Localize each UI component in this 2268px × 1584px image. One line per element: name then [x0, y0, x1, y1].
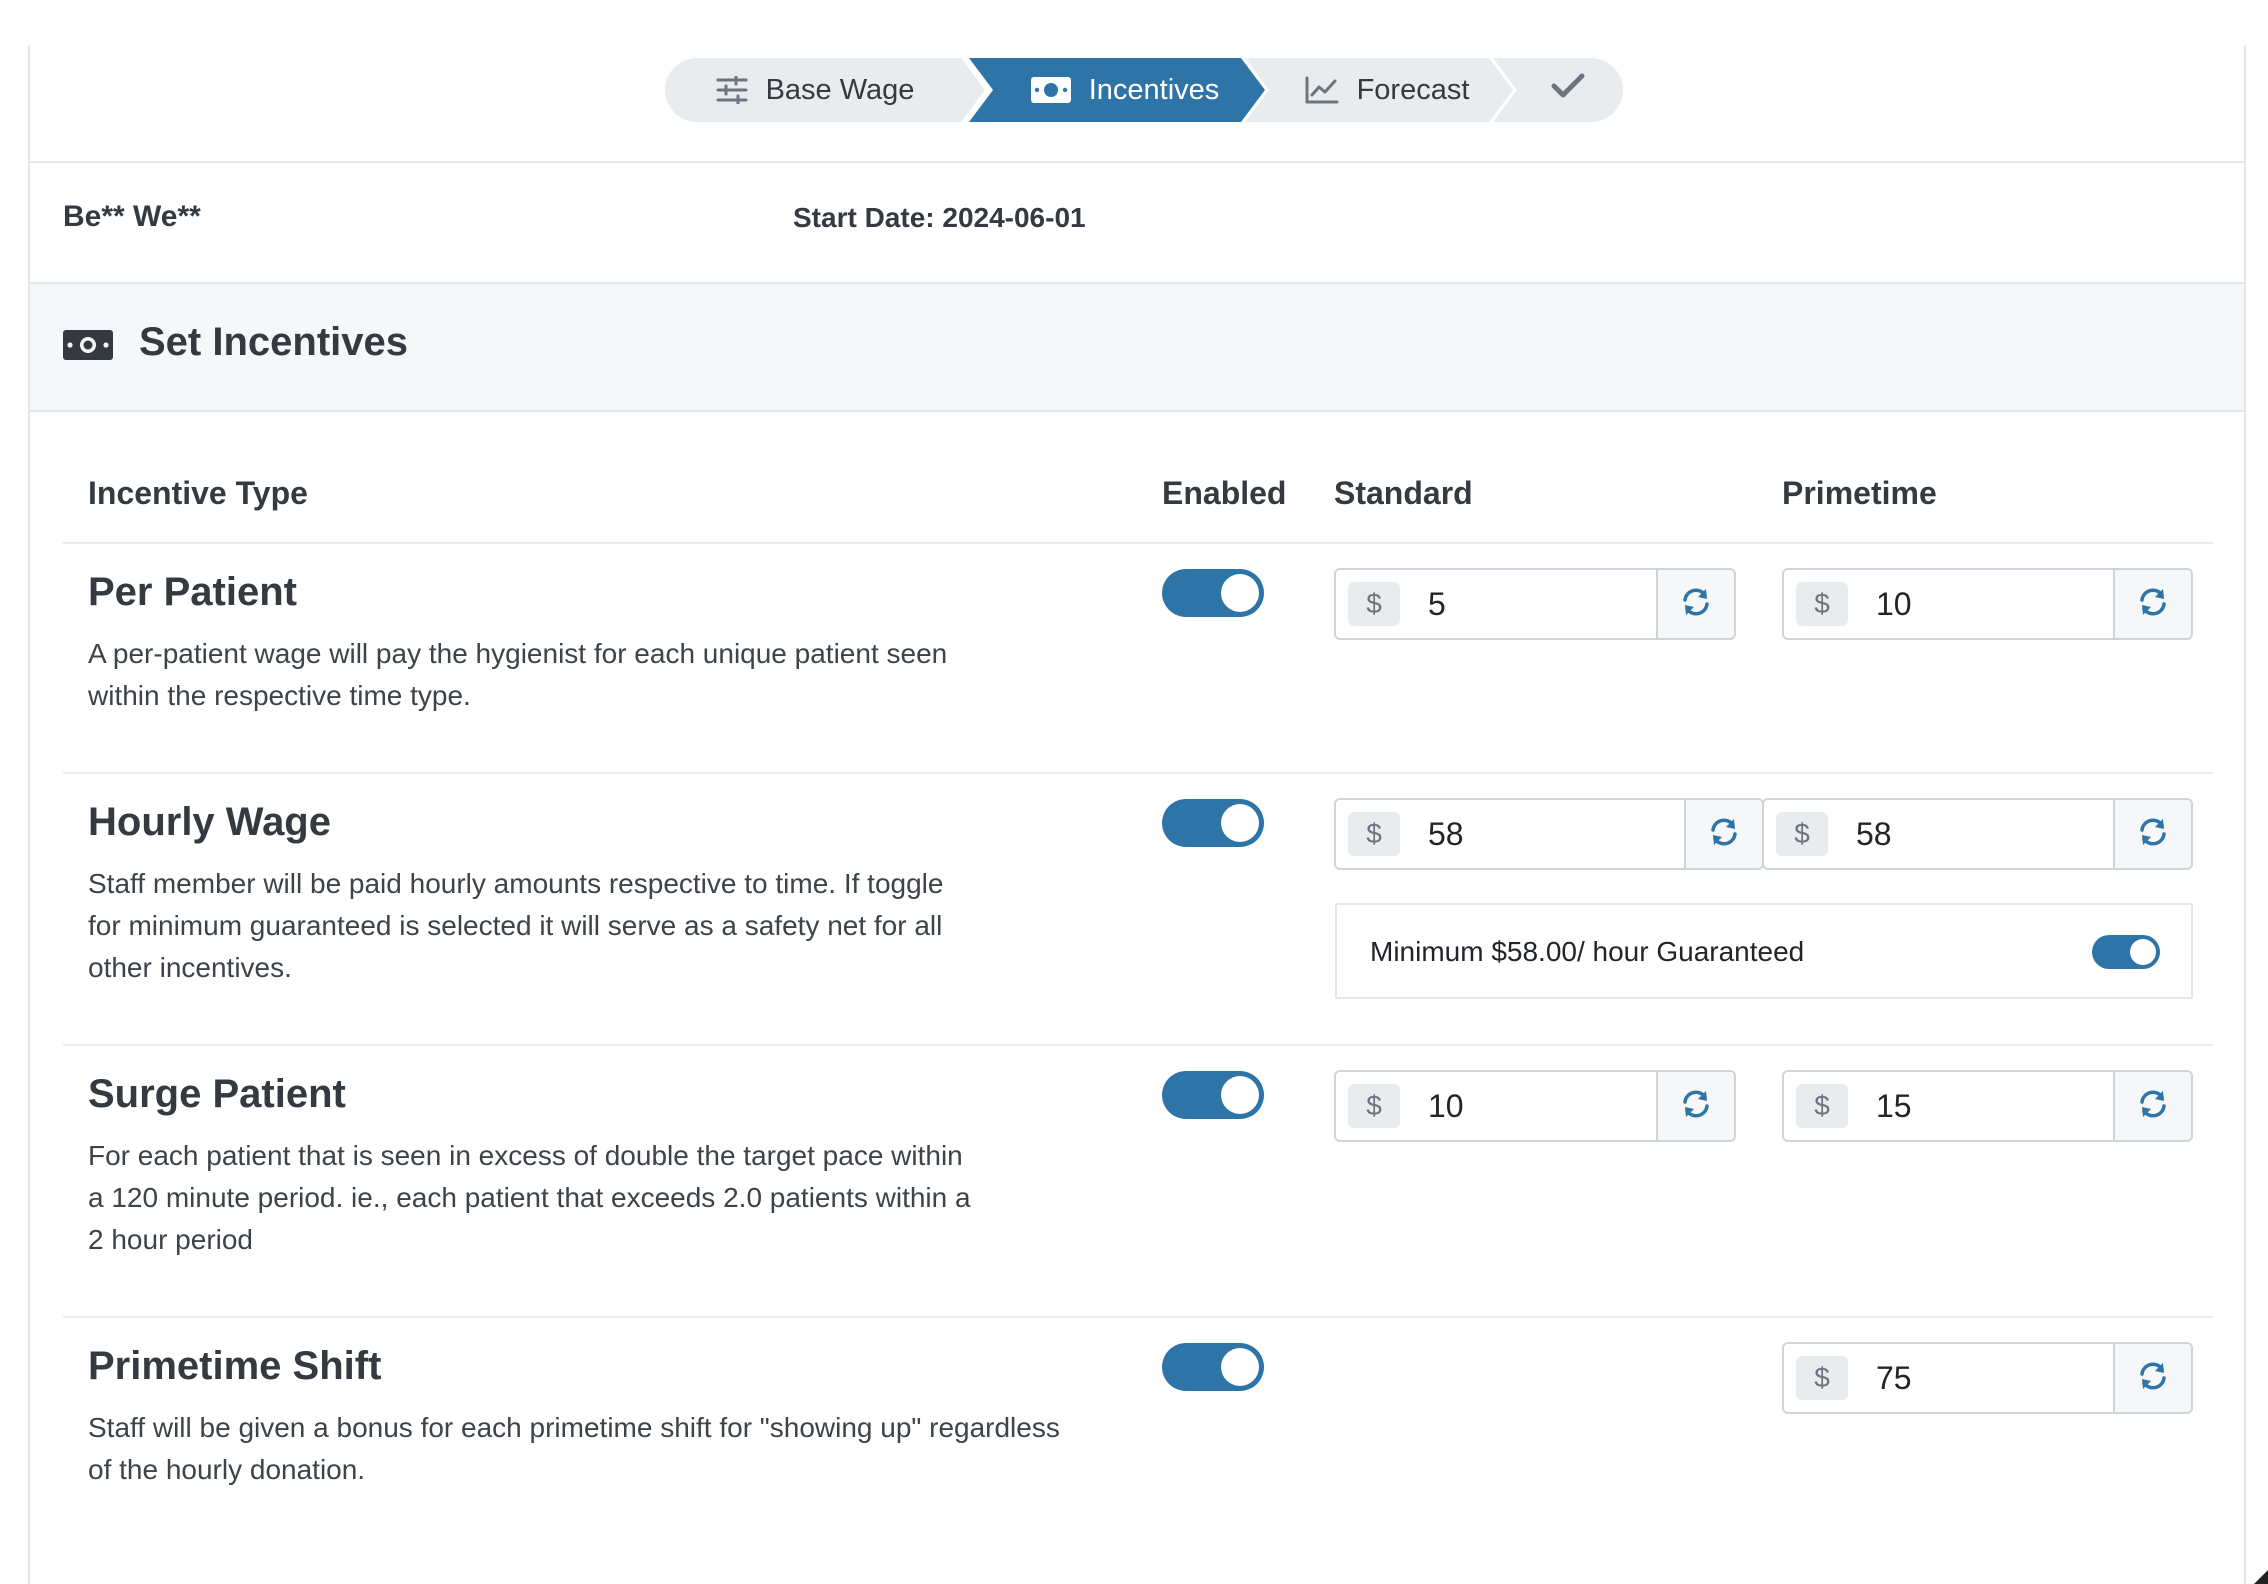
description-line: other incentives. [88, 952, 292, 983]
currency-symbol: $ [1796, 1356, 1848, 1400]
reset-button[interactable] [1656, 570, 1734, 638]
section-title: Set Incentives [139, 320, 409, 364]
description-line: 2 hour period [88, 1224, 254, 1255]
reset-button[interactable] [2113, 570, 2191, 638]
sliders-icon [716, 76, 748, 104]
refresh-icon [2137, 1088, 2169, 1125]
standard-amount-input[interactable]: $ 10 [1334, 1070, 1736, 1142]
step-forecast-label: Forecast [1356, 73, 1470, 106]
row-divider [63, 772, 2213, 774]
description-line: Staff member will be paid hourly amounts… [88, 868, 944, 899]
enabled-toggle[interactable] [1162, 1343, 1264, 1391]
money-bill-icon [1030, 77, 1071, 103]
primetime-value[interactable]: 75 [1848, 1360, 2113, 1397]
primetime-value[interactable]: 58 [1828, 816, 2113, 853]
money-bill-icon [63, 330, 113, 365]
refresh-icon [1680, 586, 1712, 623]
primetime-value[interactable]: 15 [1848, 1088, 2113, 1125]
standard-value[interactable]: 58 [1400, 816, 1684, 853]
currency-symbol: $ [1348, 812, 1400, 856]
minimum-guarantee-box: Minimum $58.00/ hour Guaranteed [1335, 903, 2193, 999]
currency-symbol: $ [1776, 812, 1828, 856]
primetime-value[interactable]: 10 [1848, 586, 2113, 623]
table-header-divider [63, 542, 2213, 544]
refresh-icon [2137, 816, 2169, 853]
standard-value[interactable]: 5 [1400, 586, 1656, 623]
staff-name: Be** We** [63, 200, 201, 233]
column-header-enabled: Enabled [1162, 475, 1287, 511]
chart-line-icon [1305, 76, 1339, 104]
incentive-title: Hourly Wage [88, 800, 331, 844]
refresh-icon [2137, 1360, 2169, 1397]
reset-button[interactable] [1656, 1072, 1734, 1140]
description-line: A per-patient wage will pay the hygienis… [88, 638, 948, 669]
step-incentives-label: Incentives [1088, 73, 1220, 106]
reset-button[interactable] [2113, 1344, 2191, 1412]
column-header-standard: Standard [1334, 475, 1473, 511]
reset-button[interactable] [2113, 1072, 2191, 1140]
primetime-amount-input[interactable]: $ 15 [1782, 1070, 2193, 1142]
column-header-primetime: Primetime [1782, 475, 1937, 511]
enabled-toggle[interactable] [1162, 1071, 1264, 1119]
start-date: Start Date: 2024-06-01 [793, 202, 1086, 233]
description-line: of the hourly donation. [88, 1454, 366, 1485]
primetime-amount-input[interactable]: $ 58 [1762, 798, 2193, 870]
minimum-guarantee-toggle[interactable] [2092, 935, 2160, 969]
reset-button[interactable] [1684, 800, 1762, 868]
incentives-card: Base Wage Incentives Forecast Be** We** … [28, 45, 2246, 1584]
standard-amount-input[interactable]: $ 5 [1334, 568, 1736, 640]
column-header-type: Incentive Type [88, 475, 308, 511]
incentive-description: Staff will be given a bonus for each pri… [88, 1407, 1060, 1491]
row-divider [63, 1044, 2213, 1046]
incentive-title: Primetime Shift [88, 1344, 382, 1388]
check-icon [1551, 73, 1585, 107]
resize-handle[interactable] [2254, 1570, 2268, 1584]
incentive-description: For each patient that is seen in excess … [88, 1135, 971, 1261]
incentive-description: Staff member will be paid hourly amounts… [88, 863, 943, 989]
row-divider [63, 1316, 2213, 1318]
currency-symbol: $ [1796, 582, 1848, 626]
step-base-wage-label: Base Wage [765, 73, 915, 106]
incentive-title: Surge Patient [88, 1072, 346, 1116]
incentive-title: Per Patient [88, 570, 297, 614]
standard-amount-input[interactable]: $ 58 [1334, 798, 1764, 870]
enabled-toggle[interactable] [1162, 569, 1264, 617]
minimum-guarantee-label: Minimum $58.00/ hour Guaranteed [1370, 936, 1805, 967]
step-forecast[interactable]: Forecast [1245, 58, 1513, 122]
description-line: Staff will be given a bonus for each pri… [88, 1412, 1060, 1443]
description-line: for minimum guaranteed is selected it wi… [88, 910, 943, 941]
enabled-toggle[interactable] [1162, 799, 1264, 847]
reset-button[interactable] [2113, 800, 2191, 868]
description-line: For each patient that is seen in excess … [88, 1140, 963, 1171]
step-incentives[interactable]: Incentives [969, 58, 1265, 122]
refresh-icon [1708, 816, 1740, 853]
staff-info-row: Be** We** Start Date: 2024-06-01 [30, 162, 2244, 280]
description-line: within the respective time type. [88, 680, 471, 711]
incentive-description: A per-patient wage will pay the hygienis… [88, 633, 947, 717]
primetime-amount-input[interactable]: $ 75 [1782, 1342, 2193, 1414]
wizard-stepper: Base Wage Incentives Forecast [665, 58, 1640, 122]
refresh-icon [1680, 1088, 1712, 1125]
step-base-wage[interactable]: Base Wage [665, 58, 985, 122]
currency-symbol: $ [1796, 1084, 1848, 1128]
currency-symbol: $ [1348, 1084, 1400, 1128]
primetime-amount-input[interactable]: $ 10 [1782, 568, 2193, 640]
currency-symbol: $ [1348, 582, 1400, 626]
standard-value[interactable]: 10 [1400, 1088, 1656, 1125]
description-line: a 120 minute period. ie., each patient t… [88, 1182, 971, 1213]
refresh-icon [2137, 586, 2169, 623]
section-header: Set Incentives [30, 282, 2244, 412]
